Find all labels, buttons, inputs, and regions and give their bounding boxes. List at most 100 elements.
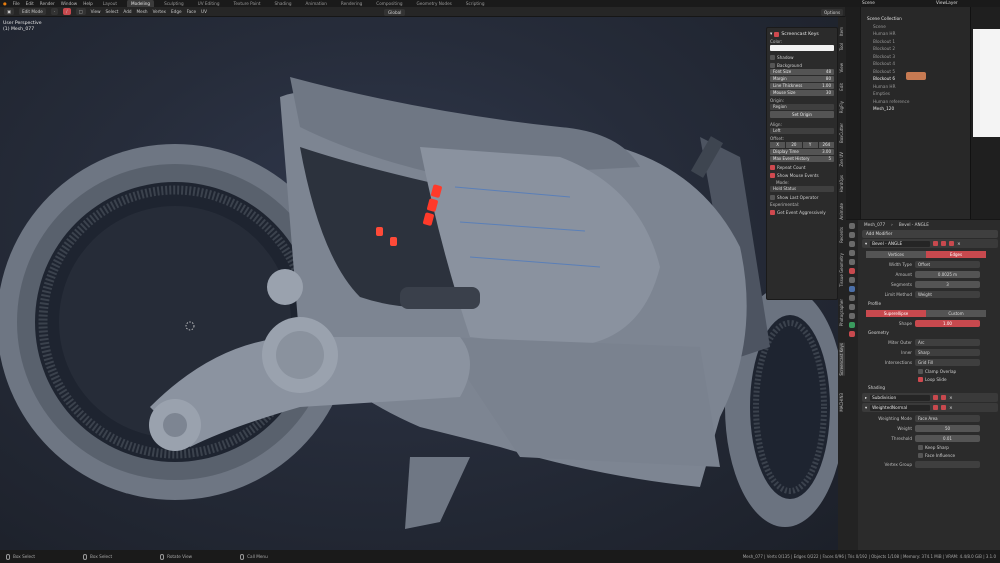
show-mouse-events-toggle[interactable]: Show Mouse Events [770,171,834,179]
mode-dropdown[interactable]: Hold Status [770,186,834,192]
outliner-item[interactable]: Blockout 1 [861,38,970,46]
menu-view[interactable]: View [91,9,101,14]
menu-mesh[interactable]: Mesh [137,9,148,14]
face-influence-toggle[interactable]: Face Influence [918,451,1000,459]
clamp-overlap-toggle[interactable]: Clamp Overlap [918,367,1000,375]
mode-selector[interactable]: Edit Mode [18,8,46,15]
particles-properties-icon[interactable] [849,295,855,301]
threshold-field[interactable]: 0.01 [915,434,980,442]
close-icon[interactable]: × [957,241,961,246]
align-dropdown[interactable]: Left [770,128,834,134]
constraints-properties-icon[interactable] [849,313,855,319]
menu-edge[interactable]: Edge [171,9,182,14]
scene-selector[interactable]: Scene [862,0,900,6]
offset-y-value[interactable]: 264 [818,142,834,148]
menu-select[interactable]: Select [106,9,119,14]
offset-fields[interactable]: X 20 Y 264 [770,142,834,148]
margin-field[interactable]: Margin 80 [770,76,834,82]
viewport-toggle-icon[interactable] [941,241,947,246]
output-properties-icon[interactable] [849,241,855,247]
color-swatch[interactable] [770,45,834,51]
viewport-toggle-icon[interactable] [933,405,939,410]
profile-custom[interactable]: Custom [926,309,986,317]
tab-layout[interactable]: Layout [99,0,121,7]
tool-properties-icon[interactable] [849,223,855,229]
segments-field[interactable]: 3 [915,280,980,288]
sidebar-tab-tool[interactable]: Tool [839,43,845,51]
blender-logo-icon[interactable]: ● [3,1,7,6]
sidebar-tab-view[interactable]: View [839,63,845,73]
chevron-down-icon[interactable]: ▾ [865,241,867,246]
loop-slide-toggle[interactable]: Loop Slide [918,375,1000,383]
line-thickness-field[interactable]: Line Thickness 1.00 [770,83,834,89]
outliner-item[interactable]: Scene [861,23,970,31]
weight-field[interactable]: 50 [915,424,980,432]
tab-scripting[interactable]: Scripting [462,0,489,7]
limit-method-dropdown[interactable]: Weight [915,290,980,298]
sidebar-tab-recents[interactable]: Recents [839,227,845,243]
shading-panel-header[interactable]: Shading [860,383,1000,392]
edit-mode-toggle-icon[interactable] [933,241,939,246]
tab-compositing[interactable]: Compositing [372,0,406,7]
display-time-field[interactable]: Display Time 3.00 [770,149,834,155]
outliner-item[interactable]: Human HR [861,83,970,91]
font-size-field[interactable]: Font Size 48 [770,69,834,75]
affect-edges[interactable]: Edges [926,250,986,258]
tab-uv-editing[interactable]: UV Editing [194,0,224,7]
vertex-select-icon[interactable]: · [50,8,59,15]
mouse-size-field[interactable]: Mouse Size 30 [770,90,834,96]
tab-rendering[interactable]: Rendering [337,0,366,7]
miter-outer-dropdown[interactable]: Arc [915,338,980,346]
chevron-down-icon[interactable]: ▾ [865,405,867,410]
sidebar-tab-screencast-keys[interactable]: Screencast Keys [839,343,845,376]
world-properties-icon[interactable] [849,268,855,274]
get-event-aggressively-toggle[interactable]: Get Event Aggressively [770,208,834,216]
tab-modeling[interactable]: Modeling [127,0,155,7]
close-icon[interactable]: × [949,395,953,400]
vertex-group-field[interactable] [915,460,980,468]
background-toggle[interactable]: Background [770,61,834,69]
view-layer-properties-icon[interactable] [849,250,855,256]
sidebar-tab-boxcutter[interactable]: BoxCutter [839,123,845,143]
weighted-normal-modifier-name[interactable]: WeightedNormal [870,404,931,411]
view-layer-selector[interactable]: ViewLayer [936,0,986,6]
tab-geometry-nodes[interactable]: Geometry Nodes [413,0,456,7]
sidebar-tab-rigfly[interactable]: RigFly [839,101,845,113]
sidebar-tab-edit[interactable]: Edit [839,83,845,91]
bevel-modifier-header[interactable]: ▾ Bevel - ANGLE × [862,239,998,248]
outliner-item[interactable]: Human HR [861,30,970,38]
subdivision-modifier-name[interactable]: Subdivision [870,394,931,401]
set-origin-button[interactable]: Set Origin [770,111,834,118]
scene-properties-icon[interactable] [849,259,855,265]
menu-render[interactable]: Render [40,1,55,6]
chevron-right-icon[interactable]: ▸ [865,395,867,400]
outliner-item[interactable]: Blockout 2 [861,45,970,53]
tab-animation[interactable]: Animation [302,0,331,7]
menu-help[interactable]: Help [83,1,93,6]
outliner-item[interactable]: Mesh_120 [861,105,970,113]
3d-viewport[interactable]: User Perspective (1) Mesh_077 ▾ Screenca… [0,17,845,550]
geometry-panel-header[interactable]: Geometry [860,328,1000,337]
sidebar-tab-machin3[interactable]: MACHIN3 [839,393,845,412]
screencast-keys-header[interactable]: ▾ Screencast Keys [770,30,834,38]
outliner-item[interactable]: Blockout 3 [861,53,970,61]
shadow-toggle[interactable]: Shadow [770,53,834,61]
sidebar-tab-item[interactable]: Item [839,27,845,36]
repeat-count-toggle[interactable]: Repeat Count [770,163,834,171]
face-select-icon[interactable]: □ [75,8,86,15]
weighting-mode-dropdown[interactable]: Face Area [915,414,980,422]
amount-field[interactable]: 0.0025 m [915,270,980,278]
intersections-dropdown[interactable]: Grid Fill [915,358,980,366]
screencast-keys-checkbox[interactable] [774,31,780,37]
menu-uv[interactable]: UV [201,9,207,14]
keep-sharp-toggle[interactable]: Keep Sharp [918,443,1000,451]
render-toggle-icon[interactable] [949,241,955,246]
subdivision-modifier-header[interactable]: ▸ Subdivision × [862,393,998,402]
outliner-item[interactable]: Blockout 4 [861,60,970,68]
transform-orientation-dropdown[interactable]: Global [384,8,406,16]
bevel-modifier-name[interactable]: Bevel - ANGLE [870,240,931,247]
editor-type-icon[interactable]: ▣ [4,8,14,15]
sidebar-tab-zen-uv[interactable]: Zen UV [839,152,845,167]
width-type-dropdown[interactable]: Offset [915,260,980,268]
profile-type-selector[interactable]: Superellipse Custom [866,309,986,317]
